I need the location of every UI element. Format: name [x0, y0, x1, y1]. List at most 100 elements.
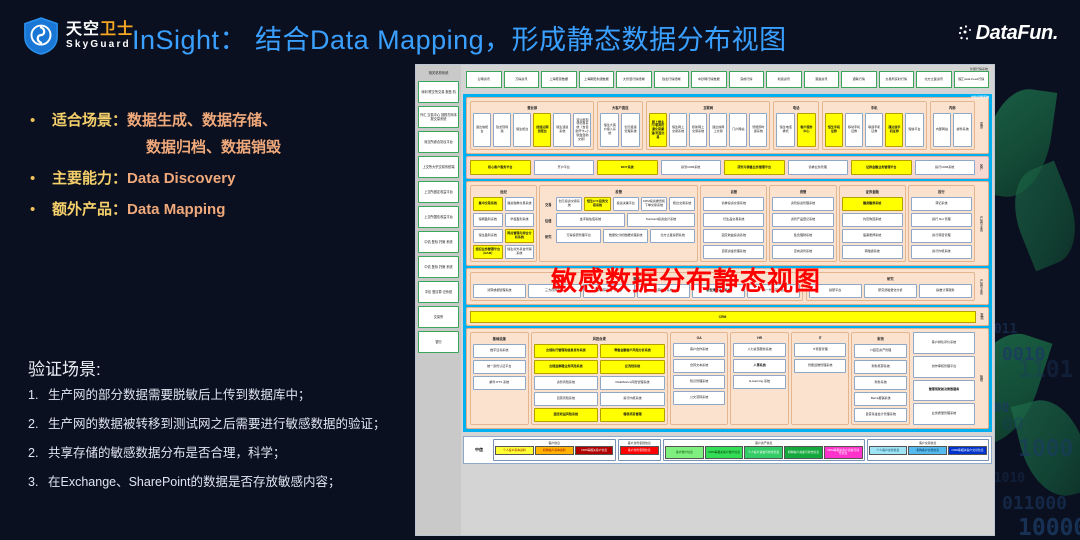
- side-system-box[interactable]: 上交所固定收益平台: [418, 181, 459, 203]
- legend-chip[interactable]: 客户身份鉴别信息: [619, 446, 659, 456]
- external-feed-box[interactable]: 北方之星资讯: [916, 71, 952, 88]
- diagram-system-box[interactable]: 邮件系统: [953, 113, 973, 147]
- diagram-system-box[interactable]: 研究与销售业务管理平台: [724, 160, 785, 175]
- diagram-system-box[interactable]: 清算核算系统（估值）: [582, 284, 636, 298]
- legend-chip[interactable]: CRM等相关客户信息: [574, 446, 614, 456]
- external-feed-box[interactable]: 上海聚源数据: [541, 71, 577, 88]
- diagram-system-box[interactable]: 资管投资管理系统: [772, 197, 834, 211]
- diagram-system-box[interactable]: 债券投资交易系统: [703, 197, 765, 211]
- diagram-system-box[interactable]: 数量化分析数据处理系统: [603, 229, 649, 243]
- diagram-system-box[interactable]: 网点管理与综合分析系统: [504, 229, 535, 243]
- legend-chip[interactable]: CRM等相关客户账户信息: [704, 446, 744, 459]
- diagram-system-box[interactable]: 薄记系统: [910, 197, 973, 211]
- diagram-system-box[interactable]: 客户服务中心: [797, 113, 816, 147]
- legend-chip[interactable]: CRM等相关客户资金与持仓信息: [823, 446, 863, 459]
- diagram-system-box[interactable]: 投行 NoI 管理: [910, 213, 973, 227]
- diagram-system-box[interactable]: 知识管理系统: [672, 375, 726, 389]
- external-feed-box[interactable]: 通联行情: [841, 71, 877, 88]
- external-feed-box[interactable]: 港澳资讯: [803, 71, 839, 88]
- diagram-system-box[interactable]: 华鑫盈利系统: [504, 213, 535, 227]
- diagram-system-box[interactable]: 证券金融业务管理平台: [851, 160, 912, 175]
- diagram-system-box[interactable]: 通达信网上交易: [709, 113, 728, 147]
- diagram-system-box[interactable]: RiskMetrics风险管理系统: [600, 376, 665, 390]
- diagram-system-box[interactable]: 恒生柜台: [513, 113, 532, 147]
- diagram-system-box[interactable]: 融资融券交易系统: [504, 197, 535, 211]
- diagram-system-box[interactable]: 投行CRM系统: [914, 160, 975, 175]
- diagram-system-box[interactable]: 柜台交易系统: [669, 197, 696, 211]
- diagram-system-box[interactable]: 恒生网上交易系统: [669, 113, 688, 147]
- diagram-system-box[interactable]: 钱龙现场版: [493, 113, 512, 147]
- diagram-system-box[interactable]: 三方存管系统: [527, 284, 581, 298]
- legend-chip[interactable]: 客户账户信息: [665, 446, 704, 459]
- diagram-system-box[interactable]: 网上营业厅/机构打通交易渠道/页面交易: [648, 113, 667, 147]
- legend-chip[interactable]: 个人客户基本资料: [495, 446, 534, 456]
- diagram-system-box[interactable]: 联通手机证券: [865, 113, 884, 147]
- diagram-system-box[interactable]: 股票质押系统: [841, 229, 903, 243]
- diagram-system-box[interactable]: 开户平台: [533, 160, 594, 175]
- diagram-system-box[interactable]: 管理驾驶舱决策数据库: [913, 379, 975, 402]
- side-system-box[interactable]: 交易所: [418, 306, 459, 328]
- external-feed-box[interactable]: 大智慧行情终端: [616, 71, 652, 88]
- diagram-system-box[interactable]: 投行项目管理: [910, 229, 973, 243]
- external-feed-box[interactable]: 交易所实时行情: [878, 71, 914, 88]
- diagram-system-box[interactable]: 统一身份认证平台: [473, 360, 526, 374]
- diagram-system-box[interactable]: 衍生品交易系统: [703, 213, 765, 227]
- diagram-system-box[interactable]: 客户排队评价系统: [913, 332, 975, 354]
- diagram-system-box[interactable]: 清算或相管理系统: [473, 284, 526, 298]
- diagram-system-box[interactable]: 客户合作系统: [672, 343, 726, 357]
- diagram-system-box[interactable]: 固定收益投资系统: [703, 229, 765, 243]
- diagram-system-box[interactable]: 投资决策平台: [612, 197, 639, 211]
- diagram-system-box[interactable]: 新型清算法人系统: [692, 284, 745, 298]
- diagram-system-box[interactable]: SunGard投资会计系统: [626, 213, 696, 227]
- diagram-system-box[interactable]: 内部网站: [932, 113, 952, 147]
- diagram-system-box[interactable]: 北方之星投研系统: [650, 229, 696, 243]
- diagram-system-box[interactable]: 协作审核管理平台: [913, 355, 975, 378]
- diagram-system-box[interactable]: 恒生盈利系统: [473, 229, 503, 243]
- diagram-system-box[interactable]: 营业部现场交易系统（含自助开卡+小键盘自助交易）: [573, 113, 592, 147]
- diagram-system-box[interactable]: 资管风险系统: [533, 376, 599, 390]
- side-system-box[interactable]: 深圳 联交所交易 报盘 机: [418, 81, 459, 103]
- side-system-box[interactable]: 深交所综合协议平台: [418, 131, 459, 153]
- diagram-system-box[interactable]: 投管CRM系统: [660, 160, 721, 175]
- diagram-system-box[interactable]: 恒生ETF投资交易系统: [584, 197, 611, 211]
- side-system-box[interactable]: 上交所大宗交易系统端: [418, 156, 459, 178]
- legend-chip[interactable]: 个人客户资金与持仓信息: [744, 446, 784, 459]
- diagram-system-box[interactable]: 研究测验量化分析: [863, 284, 917, 298]
- diagram-system-box[interactable]: E-learning 系统: [733, 375, 786, 389]
- diagram-system-box[interactable]: 指数计算服务: [918, 284, 972, 298]
- diagram-system-box[interactable]: 通达信手机证券: [885, 113, 904, 147]
- legend-chip[interactable]: 机构客户资金与持仓信息: [784, 446, 823, 459]
- diagram-system-box[interactable]: 创元投资交易系统: [556, 197, 583, 211]
- diagram-system-box[interactable]: 恒生大客户接入系统: [600, 113, 620, 147]
- diagram-system-box[interactable]: 投行内核系统: [600, 392, 665, 406]
- legend-chip[interactable]: CRM等相关客户交易信息: [948, 446, 987, 456]
- diagram-system-box[interactable]: 零售金融客户风险分析系统: [600, 344, 665, 358]
- diagram-system-box[interactable]: 合规监察稽业务风险系统: [533, 360, 599, 374]
- diagram-system-box[interactable]: 融资融券系统: [841, 197, 903, 211]
- external-feed-box[interactable]: 恒汇data Feed行情: [953, 71, 989, 88]
- diagram-system-box[interactable]: 债券业务管理: [787, 160, 848, 175]
- diagram-system-box[interactable]: 财务核算系统: [854, 360, 907, 374]
- diagram-system-box[interactable]: 集合理财系统: [772, 229, 834, 243]
- diagram-system-box[interactable]: 自营风险系统: [533, 392, 599, 406]
- legend-chip[interactable]: 个人客户交易信息: [868, 446, 908, 456]
- diagram-system-box[interactable]: 固定收益风险系统: [533, 408, 599, 422]
- side-system-box[interactable]: 银行: [418, 331, 459, 353]
- diagram-system-box[interactable]: 投行内核系统: [910, 245, 973, 259]
- diagram-system-box[interactable]: 资管产品登记系统: [772, 213, 834, 227]
- diagram-system-box[interactable]: 数字证书系统: [473, 344, 526, 358]
- diagram-system-box[interactable]: CRM投资委员和下单交易系统: [640, 197, 668, 211]
- diagram-system-box[interactable]: 财务系统: [854, 376, 907, 390]
- diagram-system-box[interactable]: 智能运维管理系统: [793, 359, 847, 373]
- diagram-system-box[interactable]: 创元极速管理系统: [621, 113, 640, 147]
- external-feed-box[interactable]: 深成行情: [728, 71, 764, 88]
- diagram-system-box[interactable]: 核新网上交易系统: [689, 113, 708, 147]
- diagram-system-box[interactable]: 创信达期货柜台: [533, 113, 552, 147]
- diagram-system-box[interactable]: Barra报销系统: [854, 392, 907, 406]
- external-feed-box[interactable]: 中钞网行情数据: [691, 71, 727, 88]
- diagram-system-box[interactable]: 转融通系统: [841, 245, 903, 259]
- side-system-box[interactable]: 中债 登标 托管 系统: [418, 231, 459, 253]
- diagram-system-box[interactable]: 合规执行管理和信息发布系统: [533, 344, 599, 358]
- diagram-system-box[interactable]: 人事系统: [733, 359, 786, 373]
- side-system-box[interactable]: 中债 登标 托管 系统: [418, 256, 459, 278]
